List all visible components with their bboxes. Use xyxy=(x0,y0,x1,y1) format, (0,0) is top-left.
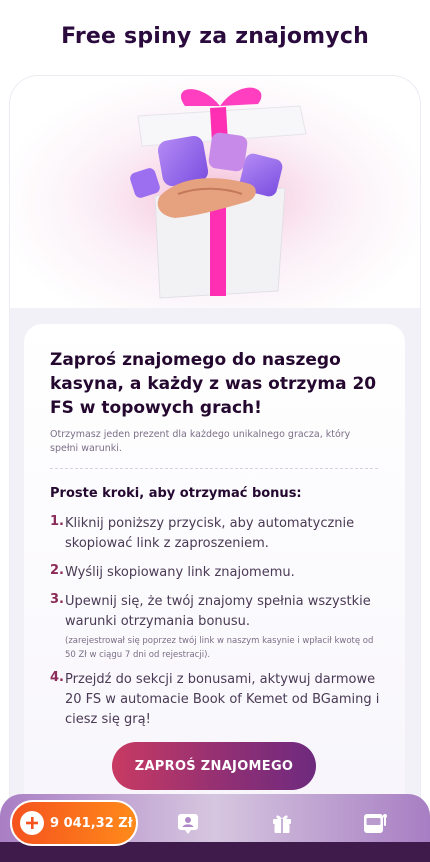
referral-card: Zaproś znajomego do naszego kasyna, a ka… xyxy=(10,76,420,836)
step-item: 3. Upewnij się, że twój znajomy spełnia … xyxy=(50,592,380,662)
gift-handshake-illustration xyxy=(35,87,395,299)
plus-icon xyxy=(20,811,44,835)
page-title: Free spiny za znajomych xyxy=(61,24,369,49)
referral-note: Otrzymasz jeden prezent dla każdego unik… xyxy=(50,429,351,454)
steps-title: Proste kroki, aby otrzymać bonus: xyxy=(50,486,302,501)
step-number: 1. xyxy=(50,514,64,529)
balance-amount: 9 041,32 Zł xyxy=(50,815,133,831)
step-number: 2. xyxy=(50,563,64,578)
balance-deposit-button[interactable]: 9 041,32 Zł xyxy=(10,800,138,846)
step-number: 4. xyxy=(50,670,64,685)
step-footnote: (zarejestrował się poprzez twój link w n… xyxy=(65,636,374,660)
referral-headline: Zaproś znajomego do naszego kasyna, a ka… xyxy=(50,350,377,418)
step-item: 1. Kliknij poniższy przycisk, aby automa… xyxy=(50,514,380,554)
step-text: Wyślij skopiowany link znajomemu. xyxy=(65,565,295,580)
step-text: Przejdź do sekcji z bonusami, aktywuj da… xyxy=(65,672,380,727)
step-item: 2. Wyślij skopiowany link znajomemu. xyxy=(50,563,380,583)
step-number: 3. xyxy=(50,592,64,607)
referral-info-panel: Zaproś znajomego do naszego kasyna, a ka… xyxy=(24,324,405,836)
dashed-divider xyxy=(50,468,378,469)
hero-illustration xyxy=(10,76,420,308)
profile-icon[interactable] xyxy=(173,808,203,838)
step-text: Upewnij się, że twój znajomy spełnia wsz… xyxy=(65,594,371,629)
gift-icon[interactable] xyxy=(267,808,297,838)
invite-friend-button[interactable]: ZAPROŚ ZNAJOMEGO xyxy=(112,742,316,790)
slot-machine-icon[interactable] xyxy=(360,808,390,838)
step-text: Kliknij poniższy przycisk, aby automatyc… xyxy=(65,516,355,551)
step-item: 4. Przejdź do sekcji z bonusami, aktywuj… xyxy=(50,670,380,730)
